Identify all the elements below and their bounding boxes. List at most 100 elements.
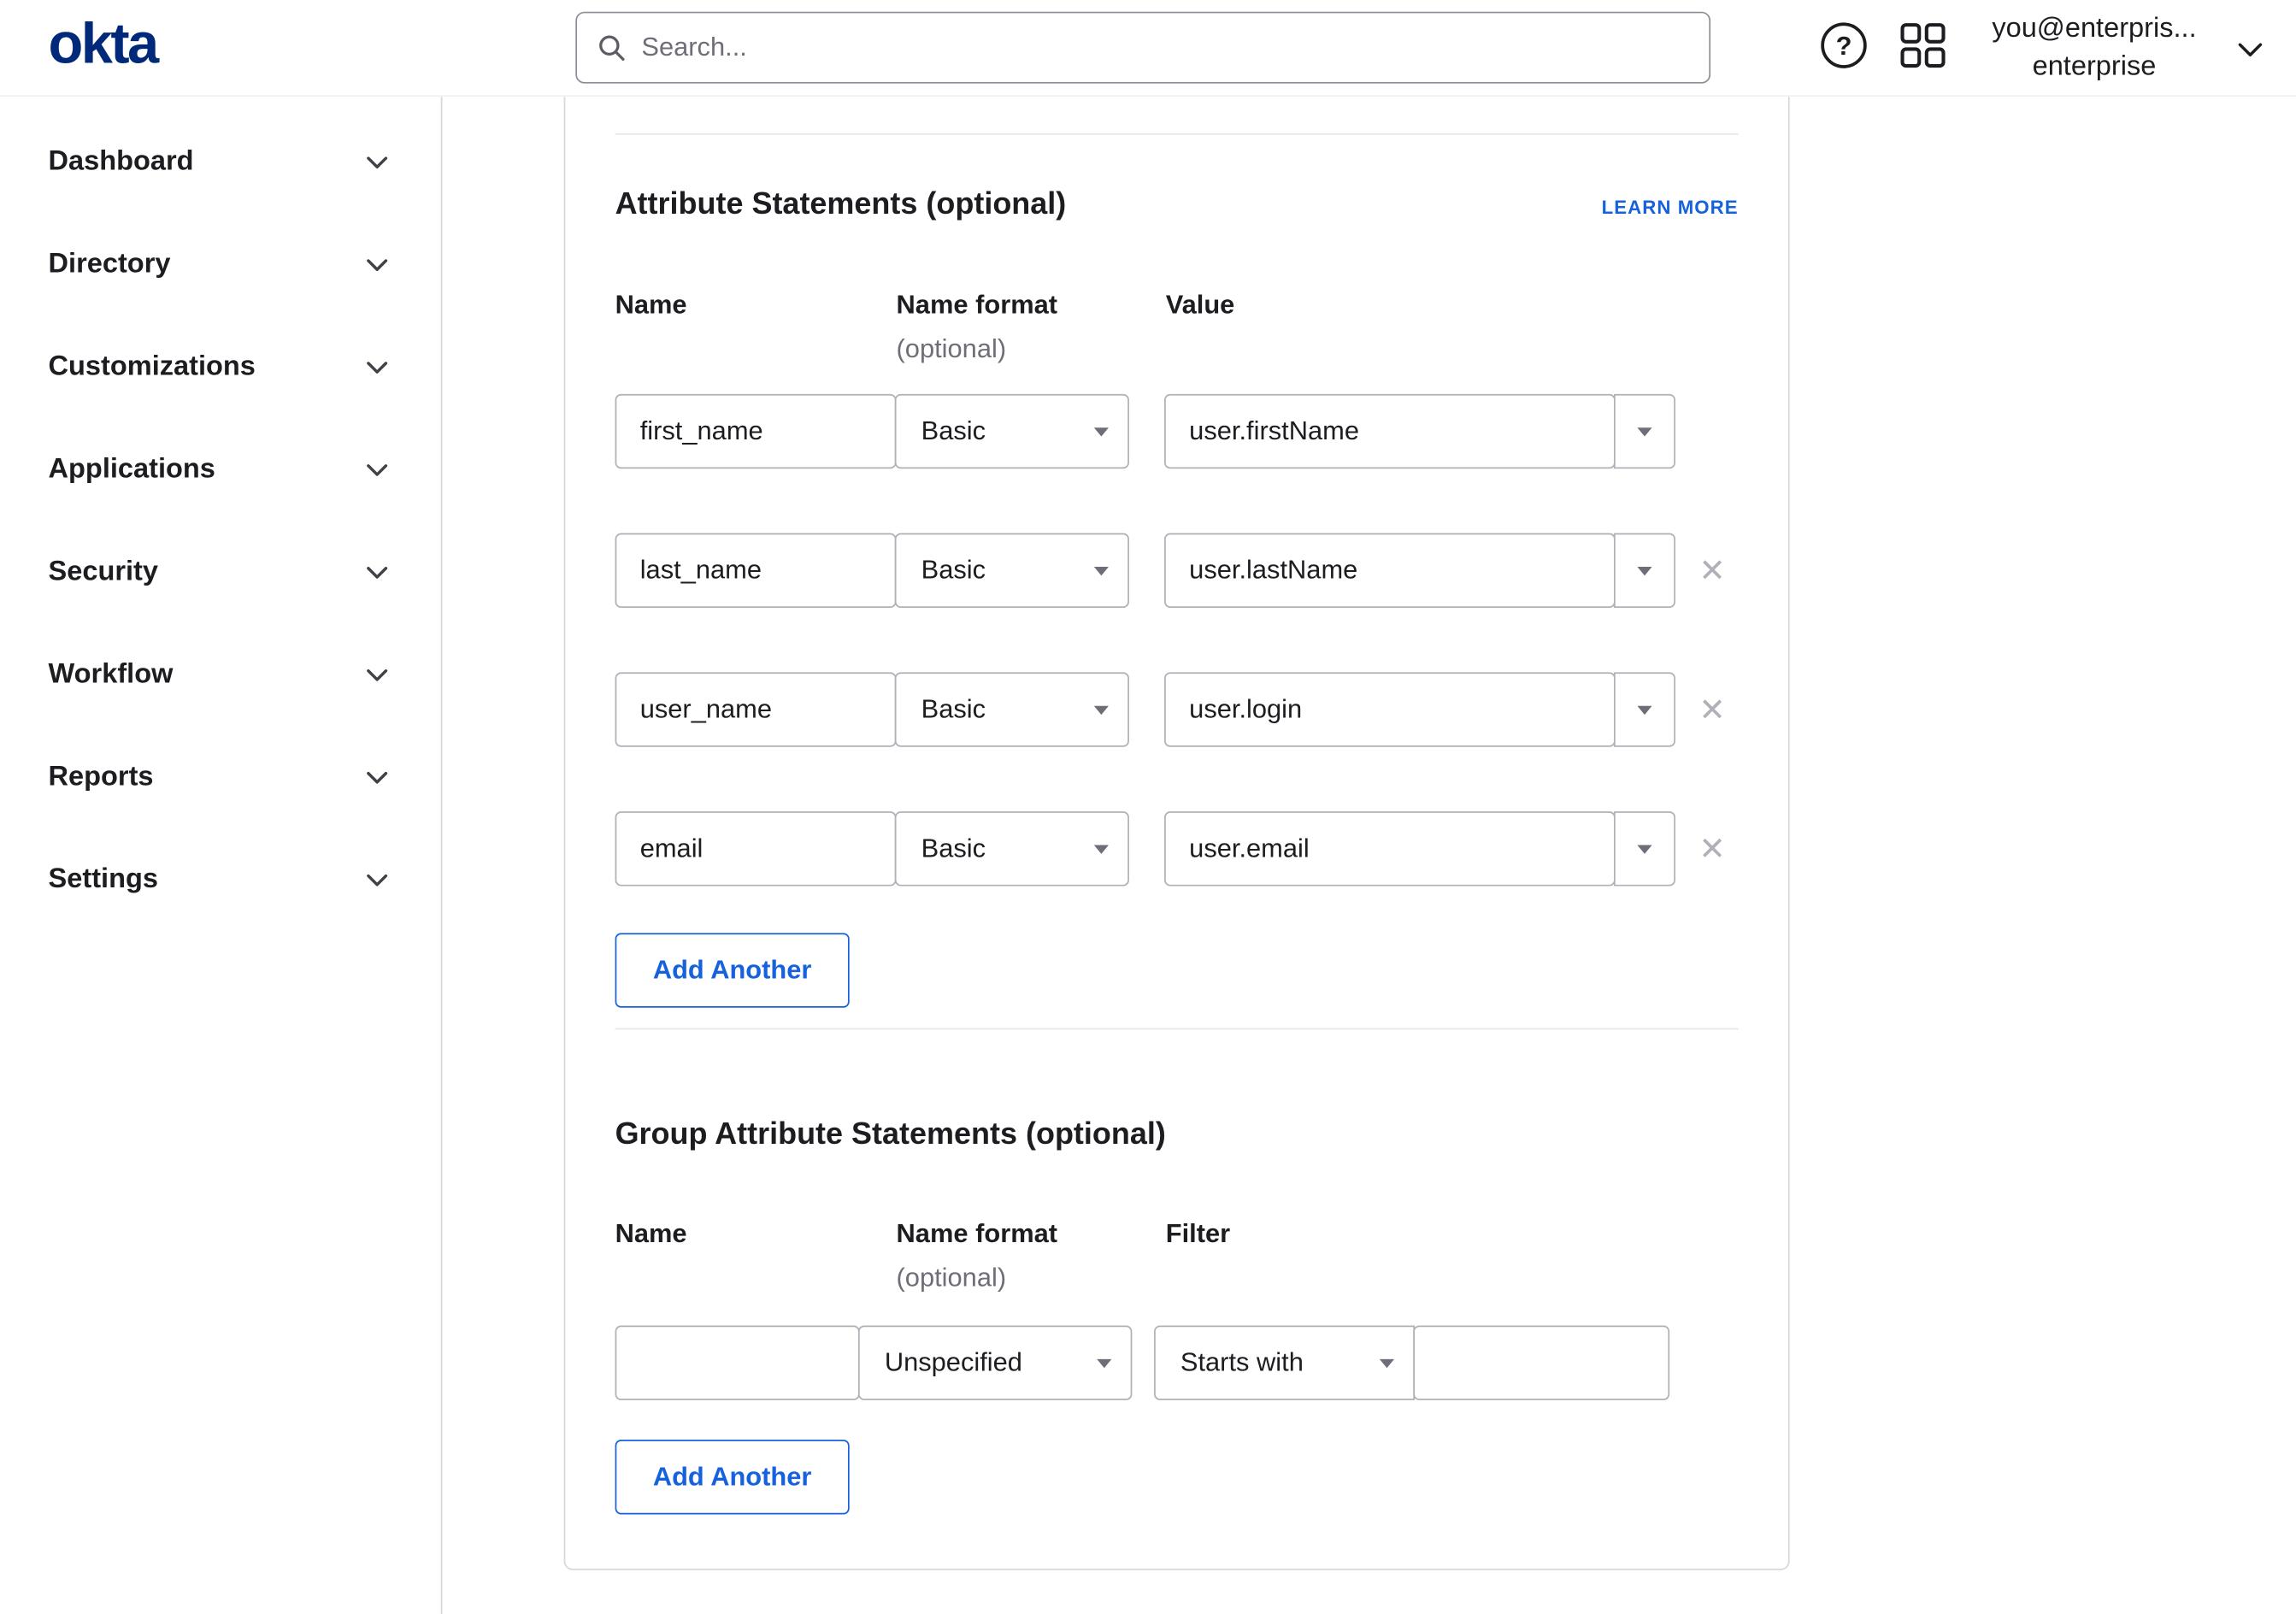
- column-name: Name: [615, 290, 687, 320]
- attribute-name-input[interactable]: [615, 672, 897, 747]
- sidebar-item-label: Dashboard: [48, 146, 194, 178]
- attribute-row: Basic: [615, 393, 1739, 469]
- sidebar-item-label: Settings: [48, 863, 158, 895]
- user-menu[interactable]: you@enterpris... enterprise: [1977, 10, 2211, 86]
- dropdown-arrow-icon: [1093, 844, 1109, 853]
- remove-row-icon[interactable]: ✕: [1698, 692, 1726, 726]
- filter-type-value: Starts with: [1180, 1347, 1304, 1377]
- user-org: enterprise: [2032, 50, 2157, 82]
- sidebar-item-workflow[interactable]: Workflow: [0, 624, 441, 727]
- search-icon: [599, 35, 625, 61]
- chevron-down-icon: [367, 156, 388, 168]
- sidebar-item-customizations[interactable]: Customizations: [0, 316, 441, 419]
- value-dropdown-button[interactable]: [1614, 672, 1675, 747]
- group-name-format-value: Unspecified: [884, 1347, 1022, 1377]
- main-content: Attribute Statements (optional) LEARN MO…: [444, 97, 2296, 1614]
- sidebar-nav: Dashboard Directory Customizations Appli…: [0, 97, 443, 1614]
- search-input[interactable]: [641, 13, 1710, 82]
- help-icon[interactable]: ?: [1817, 19, 1870, 72]
- dropdown-arrow-icon: [1093, 566, 1109, 575]
- sidebar-item-dashboard[interactable]: Dashboard: [0, 111, 441, 214]
- attribute-value-input[interactable]: [1164, 672, 1616, 747]
- chevron-down-icon: [367, 873, 388, 886]
- column-value: Value: [1165, 290, 1235, 320]
- sidebar-item-label: Directory: [48, 249, 171, 280]
- sidebar-item-label: Workflow: [48, 658, 174, 690]
- add-another-button[interactable]: Add Another: [615, 933, 850, 1008]
- attribute-statements-title: Attribute Statements (optional): [615, 187, 1067, 221]
- attribute-row: Basic ✕: [615, 672, 1739, 747]
- value-dropdown-button[interactable]: [1614, 811, 1675, 887]
- attribute-row: Basic ✕: [615, 533, 1739, 609]
- attribute-name-input[interactable]: [615, 393, 897, 469]
- attribute-row: Basic ✕: [615, 811, 1739, 887]
- top-bar: okta ? you@enterpris... enter: [0, 0, 2296, 97]
- user-menu-chevron-down-icon[interactable]: [2238, 39, 2263, 66]
- dropdown-arrow-icon: [1637, 427, 1652, 436]
- column-name-format-note: (optional): [896, 1262, 1007, 1293]
- sidebar-item-directory[interactable]: Directory: [0, 214, 441, 316]
- attribute-name-input[interactable]: [615, 811, 897, 887]
- search-box[interactable]: [575, 11, 1711, 84]
- value-dropdown-button[interactable]: [1614, 393, 1675, 469]
- group-attribute-name-input[interactable]: [615, 1325, 860, 1400]
- user-email: you@enterpris...: [1992, 13, 2197, 44]
- dropdown-arrow-icon: [1637, 844, 1652, 853]
- name-format-value: Basic: [921, 694, 986, 724]
- svg-text:?: ?: [1836, 31, 1852, 61]
- section-divider: [615, 1028, 1739, 1030]
- dropdown-arrow-icon: [1637, 566, 1652, 575]
- column-filter: Filter: [1165, 1218, 1231, 1248]
- attribute-value-input[interactable]: [1164, 811, 1616, 887]
- filter-type-select[interactable]: Starts with: [1154, 1325, 1416, 1400]
- chevron-down-icon: [367, 669, 388, 680]
- column-name-format-note: (optional): [896, 333, 1007, 363]
- chevron-down-icon: [367, 258, 388, 271]
- attribute-value-input[interactable]: [1164, 393, 1616, 469]
- section-divider: [615, 133, 1739, 135]
- sidebar-item-label: Reports: [48, 761, 154, 792]
- column-name: Name: [615, 1218, 687, 1248]
- attribute-value-input[interactable]: [1164, 533, 1616, 609]
- add-another-group-button[interactable]: Add Another: [615, 1440, 850, 1515]
- attribute-statements-header: Attribute Statements (optional) LEARN MO…: [615, 187, 1739, 222]
- name-format-select[interactable]: Basic: [894, 811, 1129, 887]
- apps-grid-icon[interactable]: [1897, 19, 1950, 72]
- filter-value-input[interactable]: [1413, 1325, 1670, 1400]
- sidebar-item-security[interactable]: Security: [0, 521, 441, 624]
- chevron-down-icon: [367, 463, 388, 475]
- chevron-down-icon: [367, 361, 388, 374]
- dropdown-arrow-icon: [1637, 704, 1652, 715]
- name-format-select[interactable]: Basic: [894, 393, 1129, 469]
- dropdown-arrow-icon: [1379, 1358, 1395, 1368]
- attribute-name-input[interactable]: [615, 533, 897, 609]
- dropdown-arrow-icon: [1093, 704, 1109, 715]
- saml-settings-card: Attribute Statements (optional) LEARN MO…: [563, 97, 1790, 1570]
- value-dropdown-button[interactable]: [1614, 533, 1675, 609]
- okta-logo[interactable]: okta: [49, 14, 160, 76]
- chevron-down-icon: [367, 566, 388, 578]
- sidebar-item-applications[interactable]: Applications: [0, 419, 441, 521]
- sidebar-item-label: Security: [48, 557, 159, 588]
- group-attribute-row: Unspecified Starts with: [615, 1325, 1739, 1400]
- group-attribute-columns-header: Name Name format (optional) Filter: [615, 1218, 1739, 1293]
- group-name-format-select[interactable]: Unspecified: [857, 1325, 1133, 1400]
- name-format-value: Basic: [921, 555, 986, 585]
- column-name-format: Name format (optional): [897, 1218, 1166, 1293]
- sidebar-item-reports[interactable]: Reports: [0, 727, 441, 829]
- name-format-select[interactable]: Basic: [894, 533, 1129, 609]
- sidebar-item-label: Customizations: [48, 351, 256, 383]
- remove-row-icon[interactable]: ✕: [1698, 554, 1726, 586]
- learn-more-link[interactable]: LEARN MORE: [1602, 197, 1739, 219]
- column-name-format: Name format (optional): [897, 290, 1166, 364]
- okta-admin-console: okta ? you@enterpris... enter: [0, 0, 2296, 1614]
- name-format-select[interactable]: Basic: [894, 672, 1129, 747]
- name-format-value: Basic: [921, 415, 986, 445]
- name-format-value: Basic: [921, 833, 986, 863]
- sidebar-item-settings[interactable]: Settings: [0, 829, 441, 932]
- dropdown-arrow-icon: [1093, 427, 1109, 436]
- remove-row-icon[interactable]: ✕: [1698, 832, 1726, 865]
- chevron-down-icon: [367, 771, 388, 783]
- help-circle-icon: ?: [1821, 22, 1867, 68]
- dropdown-arrow-icon: [1097, 1358, 1112, 1368]
